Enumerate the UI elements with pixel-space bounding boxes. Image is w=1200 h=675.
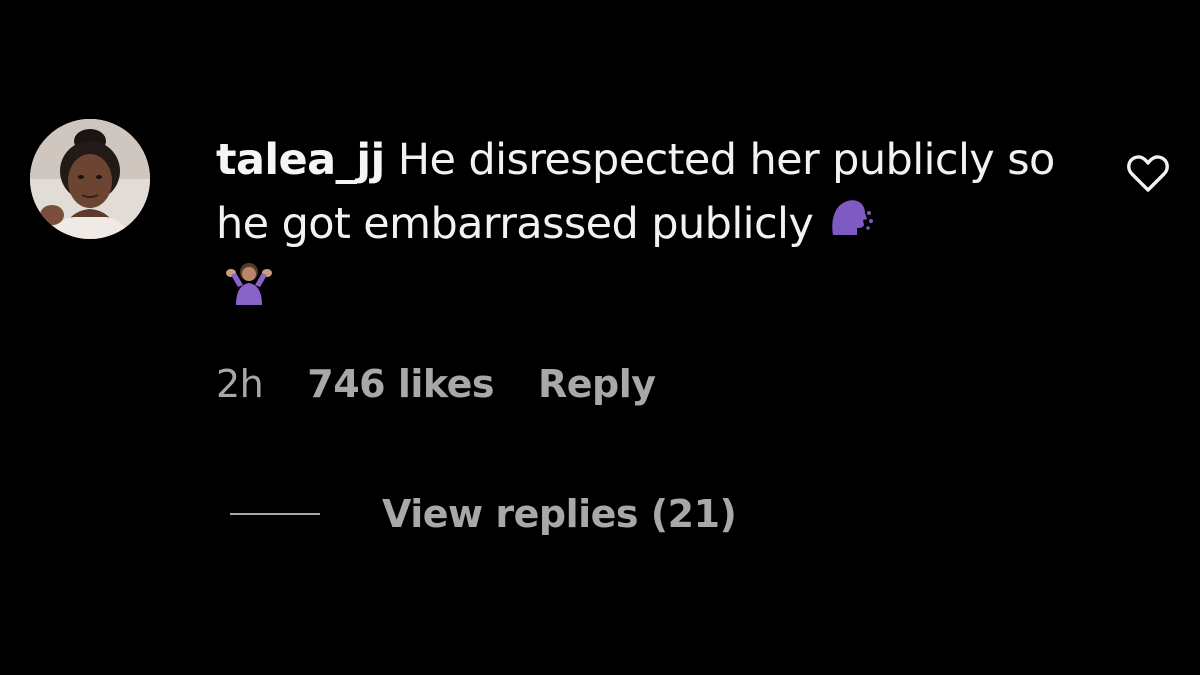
emoji-line: [216, 259, 1076, 323]
heart-outline-icon: [1127, 155, 1169, 192]
comment-item: talea_jj He disrespected her publicly so…: [0, 0, 1200, 675]
like-button[interactable]: [1126, 154, 1170, 194]
likes-count-link[interactable]: 746 likes: [307, 362, 494, 406]
comment-text-block: talea_jj He disrespected her publicly so…: [216, 128, 1076, 323]
reply-button[interactable]: Reply: [538, 362, 656, 406]
comment-username[interactable]: talea_jj: [216, 135, 385, 185]
view-replies-button[interactable]: View replies (21): [230, 486, 737, 542]
avatar[interactable]: [30, 119, 150, 239]
avatar-image: [30, 119, 150, 239]
comment-meta: 2h 746 likes Reply: [216, 356, 656, 412]
speaking-head-icon: [827, 195, 874, 259]
comment-timestamp: 2h: [216, 362, 264, 406]
view-replies-divider: [230, 513, 320, 515]
person-shrugging-icon: [224, 259, 274, 323]
view-replies-label: View replies (21): [382, 492, 737, 536]
